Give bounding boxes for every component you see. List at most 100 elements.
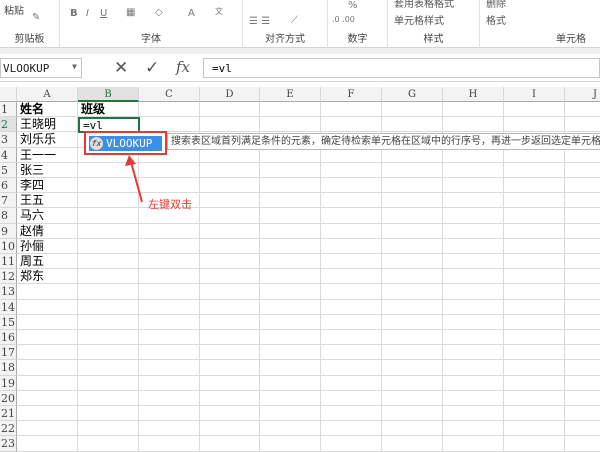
row-header-23[interactable]: 23 <box>0 436 17 452</box>
gridline <box>17 268 600 270</box>
gridline <box>259 102 260 452</box>
border-icon[interactable]: ▦ <box>126 7 135 18</box>
row-header-9[interactable]: 9 <box>0 223 17 239</box>
function-icon: fx <box>90 137 103 150</box>
column-header-F[interactable]: F <box>321 87 382 102</box>
row-header-2[interactable]: 2 <box>0 117 17 133</box>
row-header-20[interactable]: 20 <box>0 390 17 406</box>
chevron-down-icon[interactable]: ▼ <box>72 62 77 71</box>
cancel-icon[interactable]: ✕ <box>114 58 128 78</box>
row-header-13[interactable]: 13 <box>0 284 17 300</box>
indent-icon[interactable]: ☰ ☰ <box>249 16 270 27</box>
row-header-1[interactable]: 1 <box>0 102 17 118</box>
gridline <box>17 389 600 391</box>
row-header-5[interactable]: 5 <box>0 162 17 178</box>
gridline <box>381 102 382 452</box>
gridline <box>442 102 443 452</box>
row-header-4[interactable]: 4 <box>0 147 17 163</box>
gridline <box>17 374 600 376</box>
gridline <box>17 222 600 224</box>
row-header-10[interactable]: 10 <box>0 238 17 254</box>
cell-A6[interactable]: 李四 <box>17 178 44 193</box>
format-painter-icon[interactable]: ✎ <box>32 12 40 23</box>
enter-icon[interactable]: ✓ <box>145 58 159 78</box>
column-header-I[interactable]: I <box>504 87 565 102</box>
cell-A10[interactable]: 孙俪 <box>17 239 44 254</box>
cell-A12[interactable]: 郑东 <box>17 269 44 284</box>
cell-A2[interactable]: 王晓明 <box>17 117 56 132</box>
gridline <box>17 420 600 422</box>
cell-A9[interactable]: 赵倩 <box>17 224 44 239</box>
column-header-E[interactable]: E <box>260 87 321 102</box>
table-style-button[interactable]: 套用表格格式 <box>394 0 454 10</box>
phonetic-icon[interactable]: 文 <box>215 6 223 17</box>
number-label: 数字 <box>347 34 368 45</box>
row-header-8[interactable]: 8 <box>0 208 17 224</box>
fill-color-icon[interactable]: ◇ <box>155 7 163 18</box>
percent-button[interactable]: % <box>348 0 358 11</box>
format-button[interactable]: 格式 <box>486 12 506 27</box>
column-header-G[interactable]: G <box>382 87 443 102</box>
gridline <box>17 359 600 361</box>
font-label: 字体 <box>141 34 161 45</box>
autocomplete-item-vlookup[interactable]: fx VLOOKUP <box>89 136 162 151</box>
column-header-B[interactable]: B <box>78 87 139 102</box>
formula-input[interactable]: =vl <box>203 58 600 78</box>
number-group: % .0 .00 数字 <box>328 0 388 48</box>
gridline <box>17 344 600 346</box>
formula-bar: VLOOKUP ▼ ✕ ✓ fx =vl <box>0 54 600 82</box>
cell-A5[interactable]: 张三 <box>17 163 44 178</box>
clipboard-group: 粘贴 ✎ 剪贴板 <box>0 0 60 48</box>
row-header-19[interactable]: 19 <box>0 375 17 391</box>
bold-button[interactable]: B <box>70 8 78 19</box>
gridline <box>17 253 600 254</box>
underline-button[interactable]: U <box>100 8 107 19</box>
italic-button[interactable]: I <box>86 8 89 19</box>
row-header-11[interactable]: 11 <box>0 254 17 270</box>
paste-button[interactable]: 粘贴 <box>4 2 24 17</box>
gridline <box>17 237 600 239</box>
cell-A3[interactable]: 刘乐乐 <box>17 132 56 147</box>
row-header-18[interactable]: 18 <box>0 360 17 376</box>
orientation-icon[interactable]: ⟋ <box>291 15 298 26</box>
cell-A4[interactable]: 王一一 <box>17 148 56 163</box>
gridline <box>17 313 600 315</box>
row-header-16[interactable]: 16 <box>0 330 17 346</box>
gridline <box>17 161 600 163</box>
delete-button[interactable]: 删除 <box>486 0 506 10</box>
row-header-12[interactable]: 12 <box>0 269 17 285</box>
cell-A11[interactable]: 周五 <box>17 254 44 269</box>
row-header-7[interactable]: 7 <box>0 193 17 209</box>
styles-label: 样式 <box>423 34 444 45</box>
cell-A8[interactable]: 马六 <box>17 208 44 223</box>
gridline <box>77 102 78 452</box>
column-header-D[interactable]: D <box>200 87 260 102</box>
font-color-button[interactable]: A <box>188 8 195 19</box>
select-all-corner[interactable] <box>0 87 17 102</box>
clipboard-label: 剪贴板 <box>14 34 45 45</box>
alignment-group: ☰ ☰ ⟋ 对齐方式 <box>243 0 328 48</box>
row-header-21[interactable]: 21 <box>0 406 17 422</box>
row-header-14[interactable]: 14 <box>0 299 17 315</box>
gridline <box>564 102 565 452</box>
column-header-A[interactable]: A <box>17 87 78 102</box>
arrow-annotation <box>125 155 143 203</box>
decimal-icon[interactable]: .0 .00 <box>332 15 355 24</box>
cell-style-button[interactable]: 单元格样式 <box>394 12 444 27</box>
column-header-H[interactable]: H <box>443 87 504 102</box>
column-header-C[interactable]: C <box>139 87 200 102</box>
row-header-15[interactable]: 15 <box>0 314 17 330</box>
row-header-3[interactable]: 3 <box>0 132 17 148</box>
insert-function-icon[interactable]: fx <box>176 58 190 76</box>
alignment-label: 对齐方式 <box>265 34 305 45</box>
autocomplete-item-label: VLOOKUP <box>106 137 153 150</box>
row-header-17[interactable]: 17 <box>0 345 17 361</box>
row-header-22[interactable]: 22 <box>0 421 17 437</box>
cell-B1[interactable]: 班级 <box>78 102 105 117</box>
gridline <box>17 450 600 452</box>
cell-A1[interactable]: 姓名 <box>17 102 44 117</box>
name-box[interactable]: VLOOKUP ▼ <box>0 58 82 78</box>
row-header-6[interactable]: 6 <box>0 178 17 194</box>
cell-A7[interactable]: 王五 <box>17 193 44 208</box>
column-header-J[interactable]: J <box>565 87 600 102</box>
